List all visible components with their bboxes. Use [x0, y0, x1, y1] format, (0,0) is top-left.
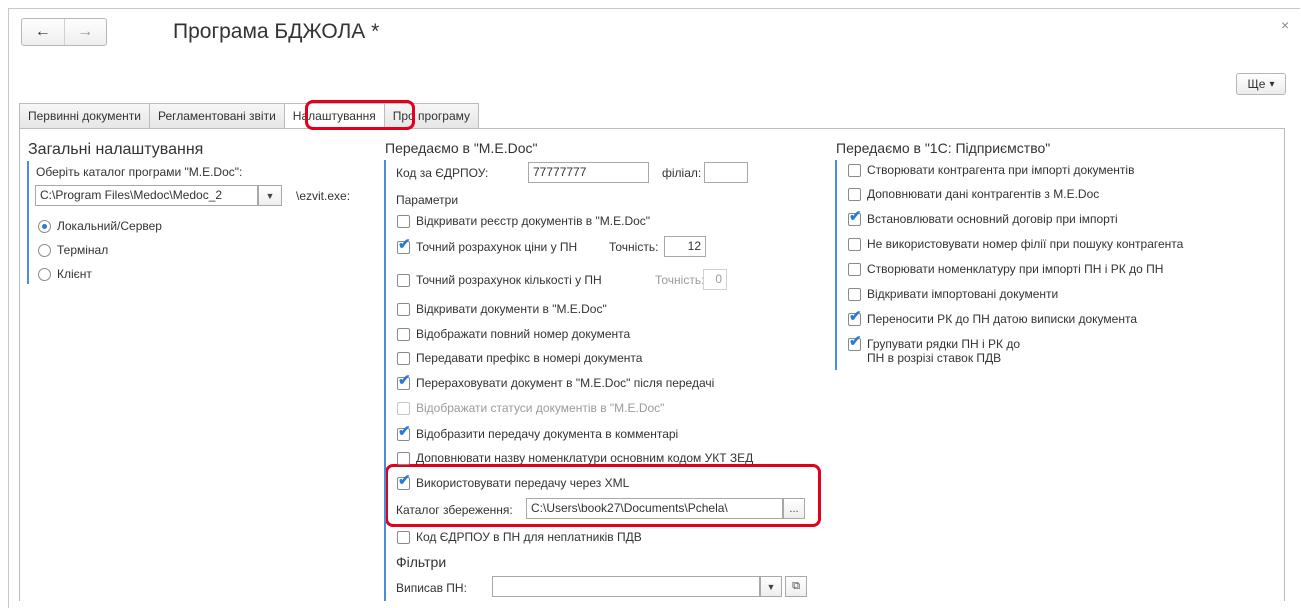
- cb-label-no-branch: Не використовувати номер філії при пошук…: [867, 237, 1184, 251]
- qty-precision-label: Точність:: [655, 273, 705, 287]
- cb-label-transfer-rk: Переносити РК до ПН датою виписки докуме…: [867, 312, 1138, 326]
- medoc-title: Передаємо в "M.E.Doc": [385, 140, 538, 156]
- cb-label-statuses: Відображати статуси документів в "M.E.Do…: [416, 401, 665, 415]
- cb-label-create-counterparty: Створювати контрагента при імпорті докум…: [867, 163, 1135, 177]
- page-title: Програма БДЖОЛА *: [173, 20, 380, 43]
- catalog-label: Оберіть каталог програми "M.E.Doc":: [36, 165, 243, 179]
- cb-statuses[interactable]: [397, 402, 410, 415]
- filters-title: Фільтри: [396, 554, 447, 570]
- save-dir-input[interactable]: C:\Users\book27\Documents\Pchela\: [526, 498, 783, 519]
- cb-label-exact-price: Точний розрахунок ціни у ПН: [416, 240, 578, 254]
- cb-create-nomenclature[interactable]: [848, 263, 861, 276]
- cb-label-xml: Використовувати передачу через XML: [416, 476, 630, 490]
- checkmark-icon: ✔: [398, 423, 411, 440]
- issued-input[interactable]: [492, 576, 760, 597]
- catalog-dropdown-button[interactable]: ▼: [258, 185, 282, 206]
- onec-accent: [835, 160, 837, 370]
- cb-label-group-rows-1: Групувати рядки ПН і РК до: [867, 337, 1020, 351]
- cb-recalc[interactable]: ✔: [397, 373, 411, 390]
- onec-title: Передаємо в "1С: Підприємство": [836, 140, 1051, 156]
- checkmark-icon: ✔: [398, 472, 411, 489]
- tab-primary-docs[interactable]: Первинні документи: [19, 103, 150, 128]
- cb-open-docs[interactable]: [397, 303, 410, 316]
- cb-open-imported[interactable]: [848, 288, 861, 301]
- radio-dot: [42, 224, 47, 229]
- price-precision-label: Точність:: [609, 240, 659, 254]
- medoc-accent: [384, 160, 386, 601]
- cb-exact-price[interactable]: ✔: [397, 237, 411, 254]
- cb-label-full-number: Відображати повний номер документа: [416, 327, 631, 341]
- nav-buttons: ← →: [21, 18, 107, 46]
- cb-label-nonpayer: Код ЄДРПОУ в ПН для неплатників ПДВ: [416, 530, 642, 544]
- issued-open-button[interactable]: ⧉: [785, 576, 807, 597]
- cb-label-prefix: Передавати префікс в номері документа: [416, 351, 643, 365]
- radio-client[interactable]: [38, 268, 51, 281]
- price-precision-input[interactable]: 12: [664, 236, 706, 257]
- cb-exact-qty[interactable]: [397, 274, 410, 287]
- close-icon[interactable]: ×: [1281, 17, 1289, 33]
- cb-complement-counterparty[interactable]: [848, 188, 861, 201]
- cb-full-number[interactable]: [397, 328, 410, 341]
- params-label: Параметри: [396, 193, 459, 207]
- save-dir-label: Каталог збереження:: [396, 503, 513, 517]
- issued-label: Виписав ПН:: [396, 581, 467, 595]
- catalog-input[interactable]: C:\Program Files\Medoc\Medoc_2: [35, 185, 258, 206]
- general-accent: [27, 161, 29, 284]
- cb-xml[interactable]: ✔: [397, 473, 411, 490]
- edrpou-label: Код за ЄДРПОУ:: [396, 166, 489, 180]
- open-window-icon: ⧉: [792, 580, 800, 592]
- issued-dropdown-button[interactable]: ▼: [760, 576, 782, 597]
- cb-label-create-nomenclature: Створювати номенклатуру при імпорті ПН і…: [867, 262, 1164, 276]
- radio-terminal[interactable]: [38, 244, 51, 257]
- cb-label-open-docs: Відкривати документи в "M.E.Doc": [416, 302, 607, 316]
- more-label: Ще: [1247, 77, 1266, 91]
- radio-label-client: Клієнт: [57, 267, 92, 281]
- chevron-down-icon: ▼: [766, 581, 776, 592]
- edrpou-input[interactable]: 77777777: [528, 162, 649, 183]
- radio-local-server[interactable]: [38, 220, 51, 233]
- cb-label-comment: Відобразити передачу документа в коммент…: [416, 427, 679, 441]
- filial-input[interactable]: [704, 162, 748, 183]
- chevron-down-icon: ▼: [265, 190, 275, 201]
- cb-label-open-imported: Відкривати імпортовані документи: [867, 287, 1059, 301]
- cb-transfer-rk[interactable]: ✔: [848, 309, 862, 326]
- cb-label-complement-counterparty: Доповнювати дані контрагентів з M.E.Doc: [867, 187, 1100, 201]
- cb-main-contract[interactable]: ✔: [848, 209, 862, 226]
- cb-label-recalc: Перераховувати документ в "M.E.Doc" післ…: [416, 376, 715, 390]
- cb-label-main-contract: Встановлювати основний договір при імпор…: [867, 212, 1118, 226]
- checkmark-icon: ✔: [849, 208, 862, 225]
- checkmark-icon: ✔: [398, 236, 411, 253]
- highlight-settings-tab: [305, 100, 415, 130]
- browse-button[interactable]: ...: [783, 498, 805, 519]
- arrow-right-icon[interactable]: →: [65, 19, 107, 45]
- radio-label-local: Локальний/Сервер: [57, 219, 162, 233]
- cb-open-registry[interactable]: [397, 215, 410, 228]
- radio-label-terminal: Термінал: [57, 243, 109, 257]
- general-title: Загальні налаштування: [28, 141, 204, 158]
- cb-uktzed[interactable]: [397, 452, 410, 465]
- checkmark-icon: ✔: [849, 333, 862, 350]
- cb-prefix[interactable]: [397, 352, 410, 365]
- cb-label-open-registry: Відкривати реєстр документів в "M.E.Doc": [416, 214, 651, 228]
- cb-comment[interactable]: ✔: [397, 424, 411, 441]
- cb-label-uktzed: Доповнювати назву номенклатури основним …: [416, 451, 754, 465]
- cb-label-exact-qty: Точний розрахунок кількості у ПН: [416, 273, 602, 287]
- checkmark-icon: ✔: [398, 372, 411, 389]
- exe-suffix: \ezvit.exe:: [296, 189, 351, 203]
- chevron-down-icon: ▾: [1269, 78, 1275, 90]
- cb-no-branch[interactable]: [848, 238, 861, 251]
- tab-reports[interactable]: Регламентовані звіти: [148, 103, 285, 128]
- filial-label: філіал:: [662, 166, 702, 180]
- checkmark-icon: ✔: [849, 308, 862, 325]
- cb-create-counterparty[interactable]: [848, 164, 861, 177]
- arrow-left-icon[interactable]: ←: [22, 19, 64, 45]
- cb-label-group-rows-2: ПН в розрізі ставок ПДВ: [867, 351, 1002, 365]
- more-button[interactable]: Ще ▾: [1236, 73, 1286, 95]
- cb-group-rows[interactable]: ✔: [848, 334, 862, 351]
- cb-nonpayer[interactable]: [397, 531, 410, 544]
- qty-precision-input[interactable]: 0: [703, 269, 727, 290]
